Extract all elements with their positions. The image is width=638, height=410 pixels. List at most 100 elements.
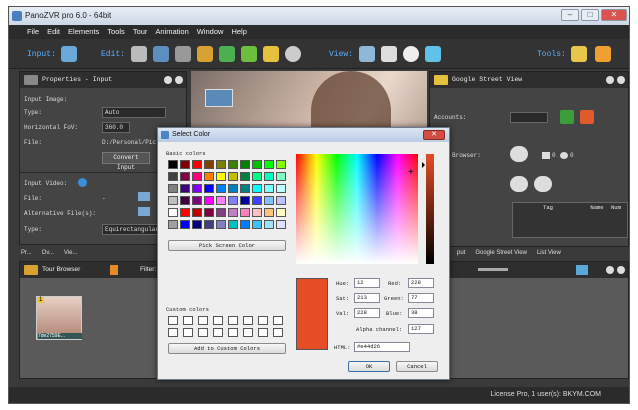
custom-color-swatch[interactable] bbox=[228, 328, 238, 337]
cloud-download-icon[interactable] bbox=[534, 176, 552, 192]
custom-color-swatch[interactable] bbox=[243, 328, 253, 337]
custom-color-swatch[interactable] bbox=[198, 316, 208, 325]
basic-color-swatch[interactable] bbox=[180, 220, 190, 229]
maximize-button[interactable]: □ bbox=[581, 9, 599, 21]
basic-color-swatch[interactable] bbox=[180, 172, 190, 181]
basic-color-swatch[interactable] bbox=[264, 220, 274, 229]
edit-pano-icon[interactable] bbox=[153, 46, 169, 62]
basic-color-swatch[interactable] bbox=[192, 220, 202, 229]
basic-color-swatch[interactable] bbox=[240, 172, 250, 181]
col-num[interactable]: Num bbox=[611, 203, 627, 213]
val-spinbox[interactable]: 228 bbox=[354, 308, 380, 318]
value-slider-arrow[interactable] bbox=[422, 162, 428, 168]
tools-wizard-icon[interactable] bbox=[595, 46, 611, 62]
basic-color-swatch[interactable] bbox=[204, 208, 214, 217]
basic-color-swatch[interactable] bbox=[228, 184, 238, 193]
basic-color-swatch[interactable] bbox=[264, 160, 274, 169]
basic-color-swatch[interactable] bbox=[240, 208, 250, 217]
custom-color-swatch[interactable] bbox=[228, 316, 238, 325]
basic-color-swatch[interactable] bbox=[192, 160, 202, 169]
basic-color-swatch[interactable] bbox=[216, 184, 226, 193]
color-crosshair[interactable]: + bbox=[408, 168, 414, 178]
edit-tag-icon[interactable] bbox=[241, 46, 257, 62]
tab-overview[interactable]: Ov... bbox=[42, 247, 54, 259]
cloud-upload-icon[interactable] bbox=[510, 176, 528, 192]
info-icon[interactable] bbox=[78, 178, 87, 187]
menu-window[interactable]: Window bbox=[197, 25, 224, 39]
pick-screen-color-button[interactable]: Pick Screen Color bbox=[168, 240, 286, 251]
custom-color-swatch[interactable] bbox=[183, 316, 193, 325]
basic-color-swatch[interactable] bbox=[168, 196, 178, 205]
basic-color-swatch[interactable] bbox=[228, 172, 238, 181]
custom-color-swatch[interactable] bbox=[273, 328, 283, 337]
basic-color-swatch[interactable] bbox=[240, 220, 250, 229]
basic-color-swatch[interactable] bbox=[216, 172, 226, 181]
basic-color-swatch[interactable] bbox=[228, 208, 238, 217]
browse-folder-icon[interactable] bbox=[138, 192, 150, 201]
tab-list-view[interactable]: List View bbox=[537, 247, 561, 259]
shield-icon[interactable] bbox=[560, 110, 574, 124]
input-pano-icon[interactable] bbox=[61, 46, 77, 62]
sat-spinbox[interactable]: 213 bbox=[354, 293, 380, 303]
pano-thumbnail[interactable]: 1 7de2759E... bbox=[36, 296, 82, 340]
basic-color-swatch[interactable] bbox=[180, 208, 190, 217]
basic-color-swatch[interactable] bbox=[168, 208, 178, 217]
col-name[interactable]: Name bbox=[583, 203, 611, 213]
browse-alt-folder-icon[interactable] bbox=[138, 207, 150, 216]
panel-close-icon[interactable] bbox=[617, 266, 625, 274]
green-spinbox[interactable]: 77 bbox=[408, 293, 434, 303]
edit-film-icon[interactable] bbox=[285, 46, 301, 62]
basic-color-swatch[interactable] bbox=[276, 208, 286, 217]
menu-help[interactable]: Help bbox=[231, 25, 246, 39]
hfov-input[interactable]: 360.0 bbox=[102, 122, 130, 133]
edit-skin-icon[interactable] bbox=[263, 46, 279, 62]
value-slider[interactable] bbox=[422, 154, 434, 264]
sort-icon[interactable] bbox=[110, 265, 118, 275]
basic-color-swatch[interactable] bbox=[276, 220, 286, 229]
thumbnail-view-icon[interactable] bbox=[576, 265, 588, 275]
menu-elements[interactable]: Elements bbox=[68, 25, 99, 39]
basic-color-swatch[interactable] bbox=[240, 160, 250, 169]
binoculars-icon[interactable] bbox=[359, 46, 375, 62]
basic-color-swatch[interactable] bbox=[216, 208, 226, 217]
menu-file[interactable]: File bbox=[27, 25, 39, 39]
custom-color-swatch[interactable] bbox=[198, 328, 208, 337]
edit-image-icon[interactable] bbox=[131, 46, 147, 62]
custom-color-swatch[interactable] bbox=[168, 328, 178, 337]
cloud-icon[interactable] bbox=[510, 146, 528, 162]
menu-animation[interactable]: Animation bbox=[155, 25, 188, 39]
hue-spinbox[interactable]: 12 bbox=[354, 278, 380, 288]
basic-color-swatch[interactable] bbox=[180, 196, 190, 205]
cancel-button[interactable]: Cancel bbox=[396, 361, 438, 372]
basic-color-swatch[interactable] bbox=[240, 184, 250, 193]
menu-edit[interactable]: Edit bbox=[47, 25, 60, 39]
dialog-close-button[interactable]: ✕ bbox=[423, 130, 445, 140]
blue-spinbox[interactable]: 38 bbox=[408, 308, 434, 318]
custom-color-swatch[interactable] bbox=[183, 328, 193, 337]
basic-color-swatch[interactable] bbox=[168, 184, 178, 193]
basic-color-swatch[interactable] bbox=[216, 196, 226, 205]
hotspot-icon[interactable] bbox=[205, 89, 233, 107]
tools-star-icon[interactable] bbox=[571, 46, 587, 62]
tab-google-street-view[interactable]: Google Street View bbox=[475, 247, 527, 259]
custom-color-swatch[interactable] bbox=[258, 316, 268, 325]
basic-color-swatch[interactable] bbox=[228, 220, 238, 229]
accounts-select[interactable] bbox=[510, 112, 548, 123]
basic-color-swatch[interactable] bbox=[192, 208, 202, 217]
basic-color-swatch[interactable] bbox=[252, 172, 262, 181]
tab-input[interactable]: put bbox=[457, 247, 465, 259]
basic-color-swatch[interactable] bbox=[264, 172, 274, 181]
gear-icon[interactable] bbox=[425, 46, 441, 62]
basic-color-swatch[interactable] bbox=[168, 220, 178, 229]
globe-icon[interactable] bbox=[403, 46, 419, 62]
basic-color-swatch[interactable] bbox=[168, 160, 178, 169]
panel-float-icon[interactable] bbox=[606, 266, 614, 274]
close-button[interactable]: ✕ bbox=[601, 9, 627, 21]
basic-color-swatch[interactable] bbox=[216, 220, 226, 229]
hue-saturation-field[interactable]: + bbox=[296, 154, 418, 264]
basic-color-swatch[interactable] bbox=[276, 184, 286, 193]
video-type-select[interactable]: Equirectangular bbox=[102, 224, 164, 235]
edit-layers-icon[interactable] bbox=[219, 46, 235, 62]
convert-input-button[interactable]: Convert Input bbox=[102, 152, 150, 171]
basic-color-swatch[interactable] bbox=[204, 160, 214, 169]
